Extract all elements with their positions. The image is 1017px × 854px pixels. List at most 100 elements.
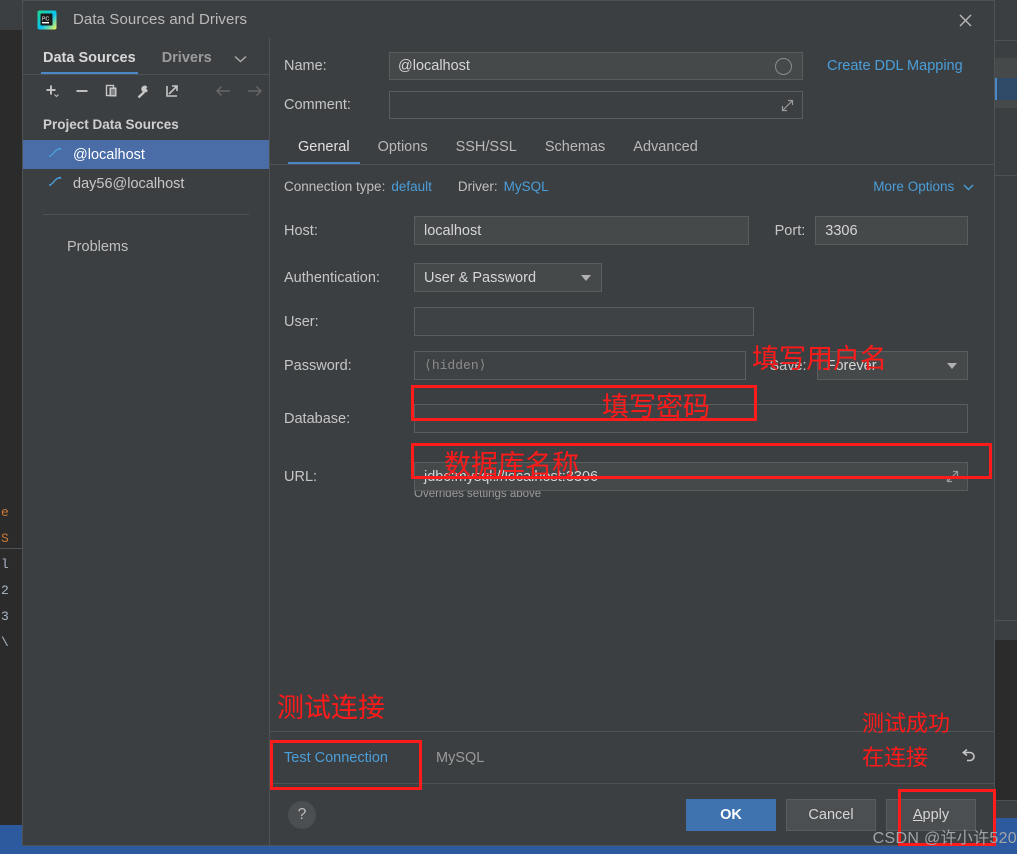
panel-spacer (270, 500, 994, 731)
database-input[interactable] (414, 404, 968, 433)
driver-value[interactable]: MySQL (504, 179, 549, 194)
name-input[interactable]: @localhost (389, 52, 803, 80)
database-row: Database: (284, 404, 968, 433)
name-comment-form: Name: @localhost Create DDL Mapping Comm… (270, 38, 994, 130)
sidebar-tab-drivers[interactable]: Drivers (162, 50, 212, 74)
test-connection-button[interactable]: Test Connection (284, 750, 388, 766)
tab-ssh-ssl[interactable]: SSH/SSL (442, 139, 531, 164)
background-right-line-1 (995, 40, 1017, 41)
database-label: Database: (284, 410, 351, 427)
authentication-select[interactable]: User & Password (414, 263, 602, 292)
sidebar-item-problems[interactable]: Problems (23, 215, 269, 255)
chevron-down-icon[interactable] (234, 51, 247, 66)
arrow-left-icon[interactable] (209, 77, 239, 105)
driver-label: Driver: (457, 179, 498, 194)
authentication-value: User & Password (424, 269, 537, 286)
chevron-down-icon (947, 363, 957, 369)
save-value: Forever (826, 357, 877, 374)
sidebar-item-localhost[interactable]: @localhost (23, 140, 269, 169)
dialog-titlebar: PC Data Sources and Drivers (23, 1, 994, 38)
mysql-dolphin-icon (47, 175, 63, 193)
sidebar-group-title: Project Data Sources (43, 117, 179, 132)
tab-options[interactable]: Options (364, 139, 442, 164)
password-placeholder: ⟨hidden⟩ (424, 358, 487, 373)
host-input[interactable]: localhost (414, 216, 749, 245)
background-right-selected-row (995, 78, 1017, 100)
expand-icon[interactable] (781, 99, 794, 116)
apply-button[interactable]: Apply (886, 798, 976, 831)
sidebar-tab-data-sources[interactable]: Data Sources (41, 50, 138, 74)
user-label: User: (284, 313, 319, 330)
data-sources-dialog: PC Data Sources and Drivers Data Sources… (22, 0, 995, 846)
cancel-button[interactable]: Cancel (786, 798, 876, 831)
arrow-right-icon[interactable] (239, 77, 269, 105)
save-label: Save: (769, 357, 807, 374)
sidebar: Data Sources Drivers Project Data Source… (23, 38, 270, 845)
undo-icon[interactable] (958, 745, 978, 770)
comment-input[interactable] (389, 91, 803, 119)
remove-icon[interactable] (67, 77, 97, 105)
help-button[interactable]: ? (288, 800, 316, 829)
circle-icon (775, 58, 792, 75)
host-row: Host: localhost Port: 3306 (284, 216, 968, 245)
url-label: URL: (284, 468, 318, 485)
copy-icon[interactable] (97, 77, 127, 105)
expand-icon[interactable] (946, 470, 959, 487)
detail-tabs: General Options SSH/SSL Schemas Advanced (270, 130, 994, 164)
user-row: User: (284, 307, 968, 336)
tab-schemas[interactable]: Schemas (531, 139, 619, 164)
dialog-body: Data Sources Drivers Project Data Source… (23, 38, 994, 845)
pycharm-icon: PC (37, 10, 57, 30)
background-right-line-2 (995, 175, 1017, 176)
connection-info-row: Connection type: default Driver: MySQL M… (270, 165, 994, 194)
wrench-icon[interactable] (127, 77, 157, 105)
password-input[interactable]: ⟨hidden⟩ (414, 351, 746, 380)
chevron-down-icon (963, 179, 974, 194)
url-input[interactable]: jdbc:mysql://localhost:3306 (414, 462, 968, 491)
save-select[interactable]: Forever (816, 351, 968, 380)
create-ddl-mapping-link[interactable]: Create DDL Mapping (827, 58, 963, 74)
authentication-label: Authentication: (284, 269, 380, 286)
close-icon[interactable] (946, 7, 984, 33)
add-icon[interactable] (37, 77, 67, 105)
mysql-dolphin-icon (47, 146, 63, 164)
more-options-button[interactable]: More Options (873, 179, 974, 194)
connection-type-value[interactable]: default (391, 179, 432, 194)
background-right-line-4 (995, 800, 1017, 801)
tab-advanced[interactable]: Advanced (619, 139, 712, 164)
name-row: Name: @localhost Create DDL Mapping (284, 52, 968, 80)
url-row: URL: jdbc:mysql://localhost:3306 (284, 462, 968, 491)
background-right-line-3 (995, 620, 1017, 621)
dialog-title: Data Sources and Drivers (73, 11, 248, 28)
driver-name-label: MySQL (435, 749, 485, 766)
chevron-down-icon (581, 275, 591, 281)
svg-text:PC: PC (42, 16, 49, 22)
dialog-action-bar: ? OK Cancel Apply (270, 783, 994, 845)
test-connection-bar: Test Connection MySQL (270, 731, 994, 783)
port-label: Port: (774, 222, 806, 239)
apply-button-mnemonic: A (912, 806, 923, 823)
background-status-bar (0, 846, 1017, 854)
name-label: Name: (284, 58, 327, 74)
more-options-label: More Options (873, 179, 955, 194)
detail-pane: Name: @localhost Create DDL Mapping Comm… (270, 38, 994, 845)
sidebar-item-label: @localhost (73, 146, 145, 163)
port-input[interactable]: 3306 (815, 216, 968, 245)
external-link-icon[interactable] (157, 77, 187, 105)
comment-row: Comment: (284, 91, 968, 119)
apply-button-label: pply (922, 806, 950, 823)
user-input[interactable] (414, 307, 754, 336)
tab-general[interactable]: General (284, 139, 364, 164)
authentication-row: Authentication: User & Password (284, 263, 968, 292)
password-row: Password: ⟨hidden⟩ Save: Forever (284, 351, 968, 380)
ok-button[interactable]: OK (686, 798, 776, 831)
connection-type-label: Connection type: (284, 179, 386, 194)
url-value: jdbc:mysql://localhost:3306 (424, 468, 599, 485)
sidebar-item-label: day56@localhost (73, 175, 185, 192)
sidebar-item-day56-localhost[interactable]: day56@localhost (23, 169, 269, 198)
password-label: Password: (284, 357, 352, 374)
sidebar-tabs: Data Sources Drivers (23, 38, 269, 74)
background-right-console (995, 640, 1017, 800)
background-editor-left-top (0, 0, 22, 30)
host-label: Host: (284, 222, 318, 239)
